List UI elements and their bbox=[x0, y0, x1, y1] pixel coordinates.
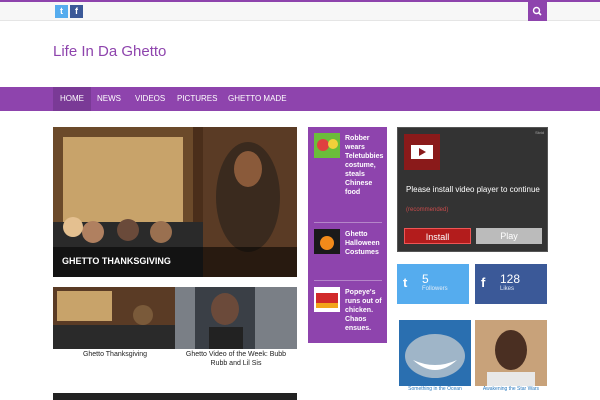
search-icon bbox=[532, 6, 542, 16]
sidebar-item-title[interactable]: Popeye's runs out of chicken. Chaos ensu… bbox=[345, 288, 385, 333]
featured-title[interactable]: GHETTO THANKSGIVING bbox=[62, 256, 171, 266]
main-nav: HOME NEWS VIDEOS PICTURES GHETTO MADE bbox=[0, 87, 600, 111]
nav-home[interactable]: HOME bbox=[53, 87, 91, 111]
sidebar-divider bbox=[314, 280, 382, 281]
thumb-post-2[interactable] bbox=[175, 287, 297, 349]
top-bar: t f bbox=[0, 0, 600, 21]
ad-recommended: (recommended) bbox=[406, 207, 449, 213]
twitter-icon: t bbox=[403, 275, 408, 290]
bottom-thumb-caption[interactable]: Awakening the Star Wars bbox=[475, 386, 547, 393]
video-ad: Stvid Please install video player to con… bbox=[397, 127, 548, 252]
sidebar-thumb-3 bbox=[314, 287, 340, 312]
bottom-thumb-2[interactable]: Awakening the Star Wars bbox=[475, 320, 547, 393]
facebook-likes[interactable]: f 128 Likes bbox=[475, 264, 547, 304]
thumb-post-1[interactable] bbox=[53, 287, 175, 349]
sidebar-item-title[interactable]: Ghetto Halloween Costumes bbox=[345, 230, 385, 257]
next-post-strip bbox=[53, 393, 297, 400]
nav-pictures[interactable]: PICTURES bbox=[170, 87, 224, 111]
twitter-icon[interactable]: t bbox=[55, 5, 68, 18]
sidebar-item-title[interactable]: Robber wears Teletubbies costume, steals… bbox=[345, 134, 385, 197]
featured-caption-bar: GHETTO THANKSGIVING bbox=[53, 247, 297, 277]
sidebar-popular: Robber wears Teletubbies costume, steals… bbox=[308, 127, 387, 343]
play-button[interactable]: Play bbox=[476, 228, 542, 244]
thumb-caption-2[interactable]: Ghetto Video of the Week: Bubb Rubb and … bbox=[178, 350, 294, 368]
twitter-count: 5 bbox=[422, 272, 429, 286]
featured-post[interactable]: GHETTO THANKSGIVING bbox=[53, 127, 297, 277]
sidebar-item[interactable]: Robber wears Teletubbies costume, steals… bbox=[314, 133, 384, 196]
site-title[interactable]: Life In Da Ghetto bbox=[53, 43, 166, 60]
nav-ghetto-made[interactable]: GHETTO MADE bbox=[221, 87, 294, 111]
facebook-label: Likes bbox=[500, 286, 515, 292]
main-content: GHETTO THANKSGIVING Ghetto Thanksgiving … bbox=[0, 111, 600, 400]
ad-message: Please install video player to continue bbox=[406, 185, 540, 194]
facebook-icon[interactable]: f bbox=[70, 5, 83, 18]
twitter-followers[interactable]: t 5 Followers bbox=[397, 264, 469, 304]
actor-image bbox=[475, 320, 547, 393]
thumb-caption-1[interactable]: Ghetto Thanksgiving bbox=[60, 350, 170, 359]
search-button[interactable] bbox=[528, 2, 547, 21]
sidebar-thumb-2 bbox=[314, 229, 340, 254]
thumb-image-2 bbox=[175, 287, 297, 349]
sidebar-item[interactable]: Ghetto Halloween Costumes bbox=[314, 229, 384, 279]
site-header: Life In Da Ghetto bbox=[0, 21, 600, 87]
sidebar-item[interactable]: Popeye's runs out of chicken. Chaos ensu… bbox=[314, 287, 384, 347]
bottom-thumb-1[interactable]: Something in the Ocean bbox=[399, 320, 471, 393]
sidebar-divider bbox=[314, 222, 382, 223]
shark-image bbox=[399, 320, 471, 393]
nav-news[interactable]: NEWS bbox=[90, 87, 128, 111]
facebook-icon: f bbox=[481, 275, 486, 290]
nav-videos[interactable]: VIDEOS bbox=[128, 87, 172, 111]
bottom-thumb-caption[interactable]: Something in the Ocean bbox=[399, 386, 471, 393]
video-player-icon bbox=[404, 134, 440, 170]
install-button[interactable]: Install bbox=[404, 228, 471, 244]
ad-brand: Stvid bbox=[535, 130, 544, 135]
sidebar-thumb-1 bbox=[314, 133, 340, 158]
thumb-image-1 bbox=[53, 287, 175, 349]
facebook-count: 128 bbox=[500, 272, 521, 286]
twitter-label: Followers bbox=[422, 286, 448, 292]
